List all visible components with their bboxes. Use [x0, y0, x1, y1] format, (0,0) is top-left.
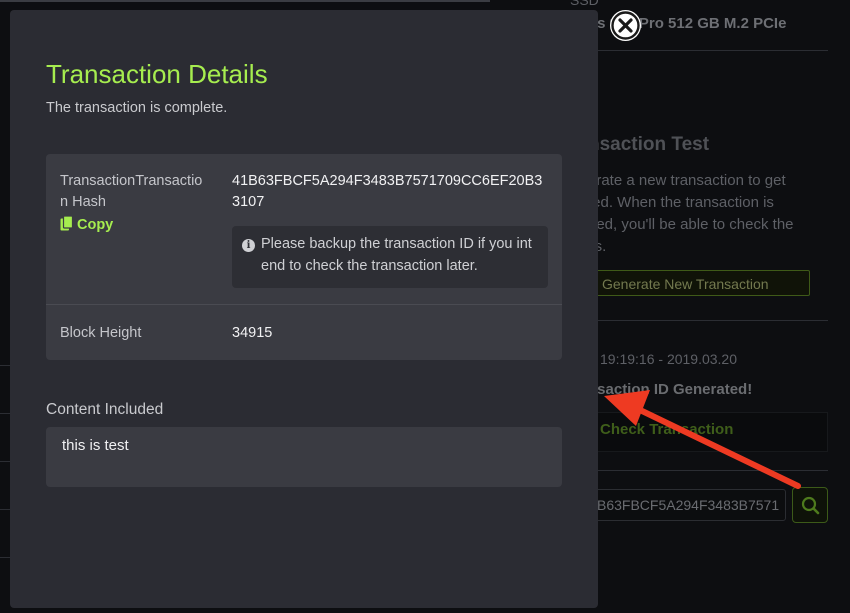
transaction-hash-label: TransactionTransaction Hash: [60, 173, 203, 210]
generate-transaction-button[interactable]: Generate New Transaction: [588, 270, 810, 296]
check-transaction-link[interactable]: Check Transaction: [600, 421, 733, 438]
transaction-timestamp: 19:19:16 - 2019.03.20: [600, 351, 738, 367]
test-description: erate a new transaction to get: [588, 172, 786, 189]
test-description: ted. When the transaction is: [588, 194, 774, 211]
block-height-label: Block Height: [60, 325, 142, 341]
block-height-value: 34915: [232, 325, 273, 341]
transaction-generated-text: nsaction ID Generated!: [588, 381, 753, 398]
search-button[interactable]: [792, 487, 828, 523]
copy-button[interactable]: Copy: [60, 215, 114, 233]
transaction-hash-value: 41B63FBCF5A294F3483B7571709CC6EF20B33107: [232, 173, 543, 210]
transaction-info-card: TransactionTransaction Hash Copy 41B63FB…: [46, 154, 562, 360]
close-button[interactable]: [610, 10, 641, 41]
background-divider: [0, 413, 10, 414]
background-divider: [588, 320, 828, 321]
background-divider: [0, 461, 10, 462]
card-divider: [46, 304, 562, 305]
copy-icon: [60, 215, 74, 231]
ssd-label: SSD: [570, 0, 599, 8]
test-section-title: nsaction Test: [588, 134, 710, 155]
background-divider: [588, 50, 828, 51]
modal-title: Transaction Details: [46, 59, 268, 89]
search-icon: [801, 496, 820, 515]
content-included-label: Content Included: [46, 401, 164, 418]
content-included-box: this is test: [46, 427, 562, 487]
background-divider: [0, 509, 10, 510]
info-icon: i: [242, 239, 255, 252]
transaction-search-input[interactable]: B63FBCF5A294F3483B7571: [588, 489, 786, 521]
content-included-value: this is test: [62, 437, 129, 454]
background-divider: [0, 557, 10, 558]
modal-subtitle: The transaction is complete.: [46, 100, 228, 116]
background-divider: [0, 0, 490, 2]
background-divider: [0, 365, 10, 366]
copy-label: Copy: [77, 217, 114, 233]
backup-notice-text: Please backup the transaction ID if you …: [261, 236, 532, 274]
backup-notice: i Please backup the transaction ID if yo…: [232, 226, 548, 288]
transaction-details-modal: Transaction Details The transaction is c…: [10, 10, 598, 608]
close-circle-icon: [611, 11, 640, 40]
background-divider: [588, 470, 828, 471]
test-description: hed, you'll be able to check the: [588, 216, 794, 233]
